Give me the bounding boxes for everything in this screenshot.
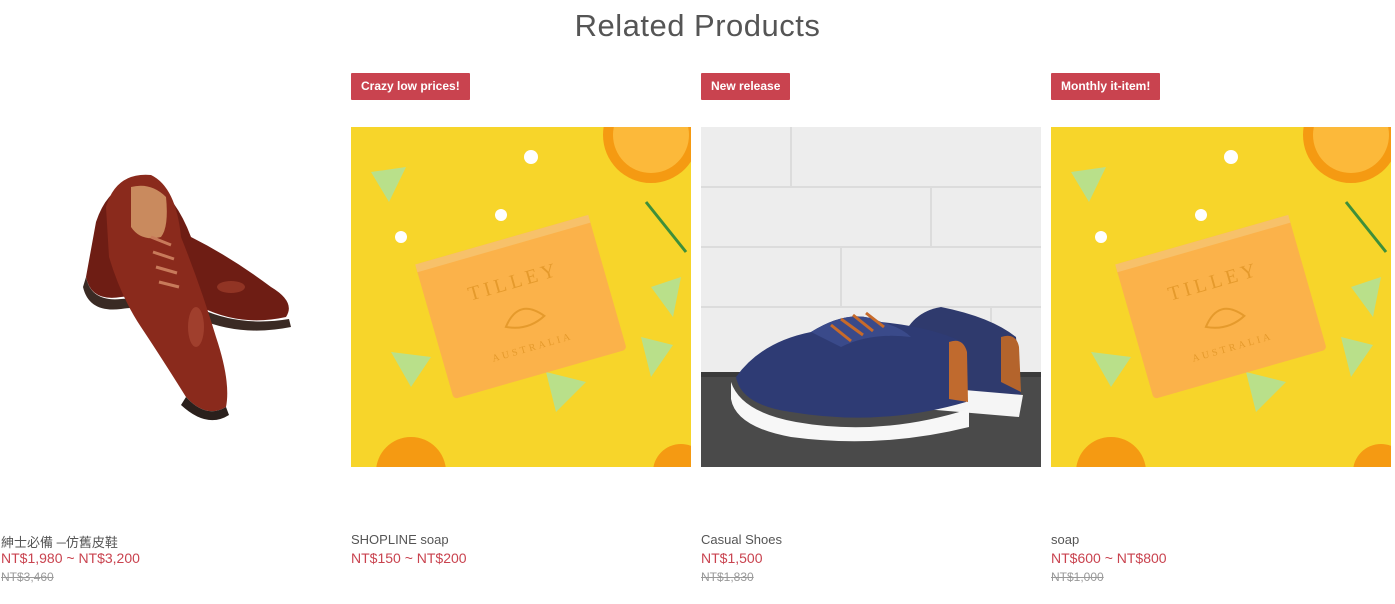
product-price: NT$150 ~ NT$200 [351,550,467,566]
product-original-price: NT$1,000 [1051,570,1104,584]
product-original-price: NT$1,830 [701,570,754,584]
soap-bar-icon: TILLEY AUSTRALIA [1051,127,1391,467]
product-image-soap[interactable]: TILLEY AUSTRALIA [1051,127,1391,467]
soap-bar-icon: TILLEY AUSTRALIA [351,127,691,467]
product-badge: Crazy low prices! [351,73,470,100]
product-name[interactable]: soap [1051,532,1079,547]
product-name[interactable]: SHOPLINE soap [351,532,449,547]
product-image-leather-shoes[interactable] [1,127,341,467]
product-badge: New release [701,73,791,100]
product-card[interactable]: Monthly it-item! TILLEY AUSTRALIA soap N… [1051,0,1391,604]
product-price: NT$1,980 ~ NT$3,200 [1,550,140,566]
product-price: NT$1,500 [701,550,763,566]
product-card[interactable]: 紳士必備 ─仿舊皮鞋 NT$1,980 ~ NT$3,200 NT$3,460 [1,0,341,604]
product-original-price: NT$3,460 [1,570,54,584]
product-name[interactable]: 紳士必備 ─仿舊皮鞋 [1,532,118,551]
canvas-sneakers-icon [701,127,1041,467]
product-image-casual-shoes[interactable] [701,127,1041,467]
product-card[interactable]: New release Casual Shoes NT$1,500 NT$1,8… [701,0,1041,604]
product-image-soap[interactable]: TILLEY AUSTRALIA [351,127,691,467]
leather-shoes-icon [1,127,341,467]
product-badge: Monthly it-item! [1051,73,1161,100]
product-card[interactable]: Crazy low prices! TILLEY AUSTRALIA SHOPL… [351,0,691,604]
product-price: NT$600 ~ NT$800 [1051,550,1167,566]
product-name[interactable]: Casual Shoes [701,532,782,547]
